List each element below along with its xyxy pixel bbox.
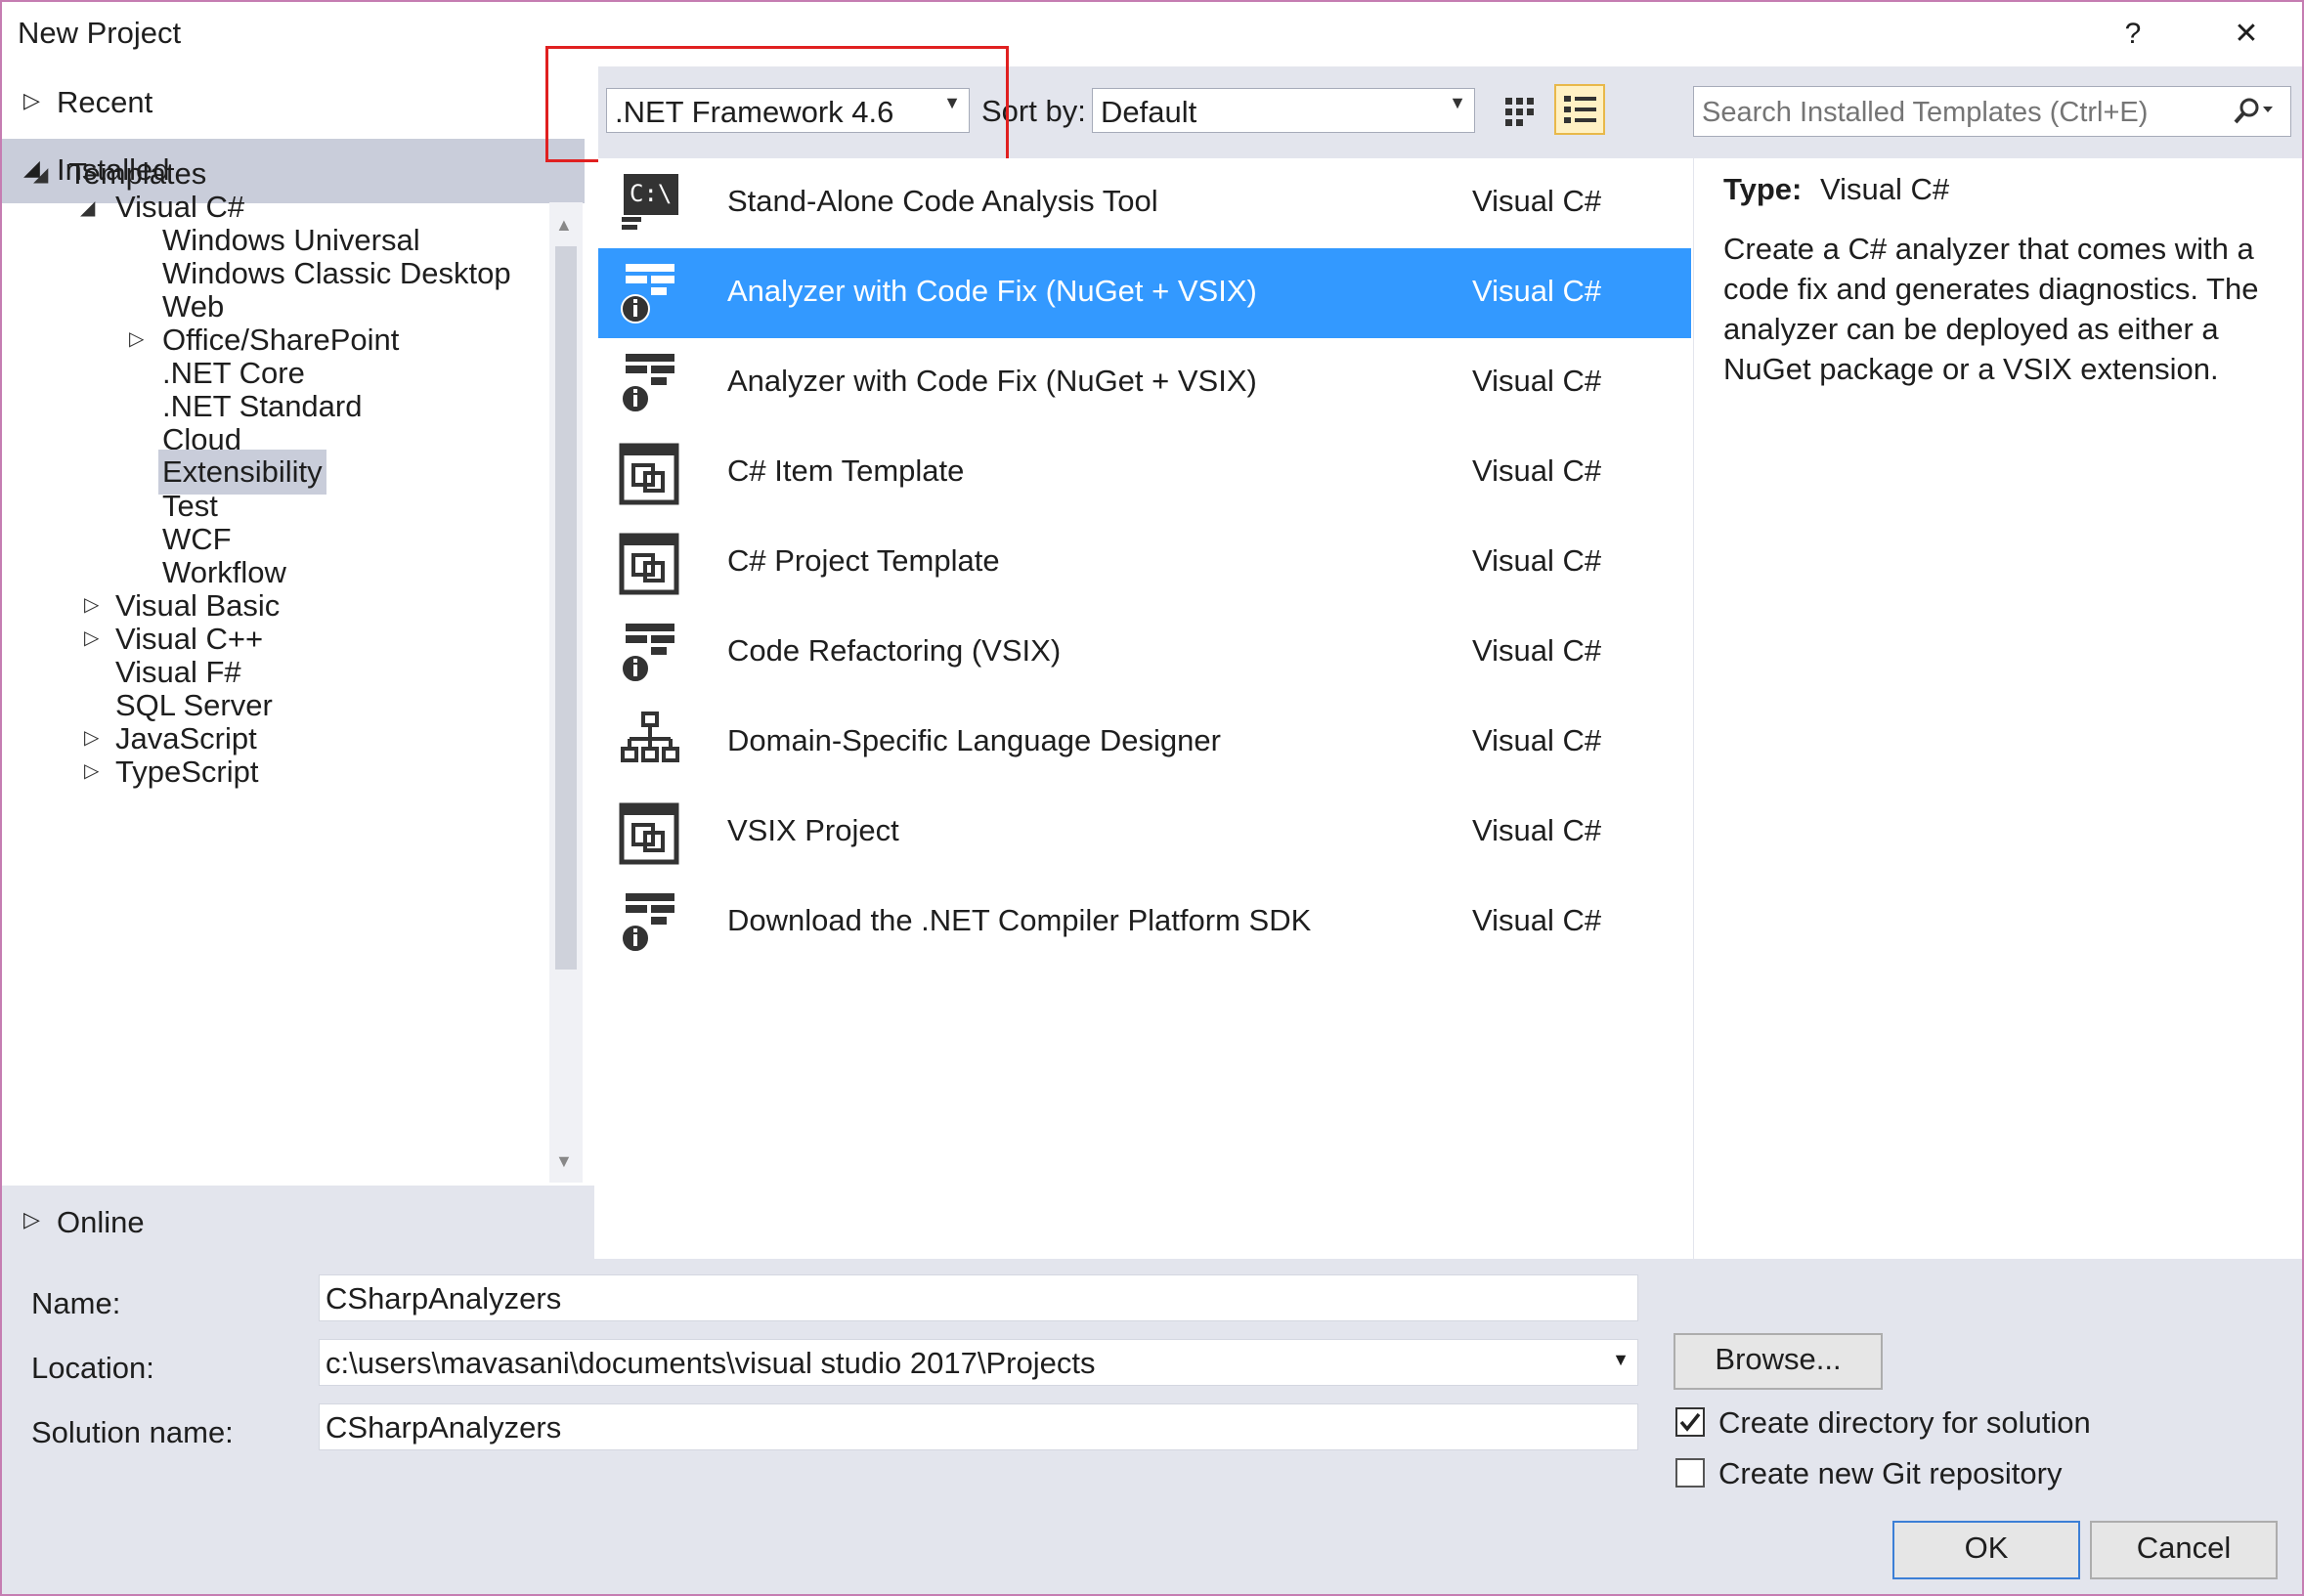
search-icon[interactable] bbox=[2232, 97, 2277, 126]
ok-button[interactable]: OK bbox=[1892, 1521, 2080, 1579]
collapsed-arrow-icon: ▷ bbox=[84, 727, 100, 749]
tree-node-windows-universal[interactable]: Windows Universal bbox=[162, 223, 420, 258]
project-form: Name: CSharpAnalyzers Location: c:\users… bbox=[2, 1259, 2302, 1594]
search-input[interactable] bbox=[1700, 93, 2212, 132]
tree-node-windows-classic-desktop[interactable]: Windows Classic Desktop bbox=[162, 256, 511, 291]
highlight-box bbox=[545, 46, 1009, 162]
collapsed-arrow-icon: ▷ bbox=[84, 760, 100, 782]
template-row[interactable]: Analyzer with Code Fix (NuGet + VSIX) Vi… bbox=[598, 338, 1691, 428]
tree-node-typescript[interactable]: TypeScript bbox=[115, 755, 258, 790]
grid-view-icon bbox=[1505, 98, 1534, 126]
dropdown-arrow-icon: ▼ bbox=[1612, 1350, 1630, 1369]
solution-name-field[interactable]: CSharpAnalyzers bbox=[319, 1403, 1638, 1450]
svg-text:C:\: C:\ bbox=[630, 180, 672, 207]
collapsed-arrow-icon: ▷ bbox=[84, 627, 100, 649]
expanded-arrow-icon: ◢ bbox=[33, 164, 49, 186]
nav-online[interactable]: ▷ Online bbox=[2, 1186, 594, 1259]
template-list: C:\ Stand-Alone Code Analysis Tool Visua… bbox=[598, 158, 1691, 1259]
tree-node-templates[interactable]: Templates bbox=[68, 156, 206, 192]
tree-node-net-standard[interactable]: .NET Standard bbox=[162, 389, 362, 424]
navigation-pane: ▷ Recent ◢ Installed ◢ Templates ◢ Visua… bbox=[2, 66, 596, 1259]
template-row[interactable]: C# Project Template Visual C# bbox=[598, 518, 1691, 608]
git-repo-checkbox[interactable] bbox=[1675, 1458, 1705, 1488]
tree-node-visual-basic[interactable]: Visual Basic bbox=[115, 588, 280, 624]
solution-name-label: Solution name: bbox=[31, 1415, 234, 1449]
template-row[interactable]: Download the .NET Compiler Platform SDK … bbox=[598, 878, 1691, 968]
close-button[interactable]: ✕ bbox=[2217, 12, 2276, 57]
list-view-icon bbox=[1564, 96, 1596, 123]
tree-node-sql-server[interactable]: SQL Server bbox=[115, 688, 273, 723]
tree-node-visual-cpp[interactable]: Visual C++ bbox=[115, 622, 263, 657]
name-label: Name: bbox=[31, 1286, 121, 1320]
console-app-icon: C:\ bbox=[622, 174, 678, 230]
sort-dropdown[interactable]: Default ▼ bbox=[1092, 88, 1475, 133]
cancel-button[interactable]: Cancel bbox=[2090, 1521, 2278, 1579]
scroll-down-icon[interactable]: ▼ bbox=[555, 1151, 573, 1172]
tree-node-wcf[interactable]: WCF bbox=[162, 522, 232, 557]
details-pane: Type: Visual C# Create a C# analyzer tha… bbox=[1693, 158, 2302, 1259]
create-directory-checkbox[interactable] bbox=[1675, 1407, 1705, 1437]
template-row[interactable]: Domain-Specific Language Designer Visual… bbox=[598, 698, 1691, 788]
tree-node-visual-csharp[interactable]: Visual C# bbox=[115, 190, 244, 225]
git-repo-label: Create new Git repository bbox=[1718, 1456, 2063, 1490]
collapsed-arrow-icon: ▷ bbox=[129, 328, 145, 350]
name-field[interactable]: CSharpAnalyzers bbox=[319, 1274, 1638, 1321]
template-row[interactable]: Code Refactoring (VSIX) Visual C# bbox=[598, 608, 1691, 698]
browse-button[interactable]: Browse... bbox=[1674, 1333, 1883, 1390]
type-line: Type: Visual C# bbox=[1723, 172, 1949, 207]
template-row[interactable]: VSIX Project Visual C# bbox=[598, 788, 1691, 878]
expanded-arrow-icon: ◢ bbox=[80, 197, 96, 219]
collapsed-arrow-icon: ▷ bbox=[23, 1207, 40, 1231]
template-icon bbox=[619, 533, 679, 595]
title-bar: New Project ? ✕ bbox=[2, 2, 2302, 66]
analyzer-icon bbox=[621, 354, 674, 413]
tree-node-office-sharepoint[interactable]: Office/SharePoint bbox=[162, 323, 399, 358]
location-dropdown[interactable]: c:\users\mavasani\documents\visual studi… bbox=[319, 1339, 1638, 1386]
tree-node-web[interactable]: Web bbox=[162, 289, 224, 324]
scrollbar-thumb[interactable] bbox=[555, 246, 577, 970]
tree-node-test[interactable]: Test bbox=[162, 489, 218, 524]
list-view-button[interactable] bbox=[1554, 84, 1605, 135]
tree-node-workflow[interactable]: Workflow bbox=[162, 555, 286, 590]
checkmark-icon bbox=[1679, 1412, 1701, 1432]
scroll-up-icon[interactable]: ▲ bbox=[555, 215, 573, 236]
template-icon bbox=[619, 443, 679, 505]
tree-node-visual-fsharp[interactable]: Visual F# bbox=[115, 655, 241, 690]
template-row[interactable]: C# Item Template Visual C# bbox=[598, 428, 1691, 518]
template-row[interactable]: C:\ Stand-Alone Code Analysis Tool Visua… bbox=[598, 158, 1691, 248]
type-value: Visual C# bbox=[1820, 172, 1950, 206]
dialog-title: New Project bbox=[18, 16, 182, 50]
analyzer-icon bbox=[621, 264, 674, 324]
analyzer-icon bbox=[621, 624, 674, 683]
create-directory-label: Create directory for solution bbox=[1718, 1405, 2091, 1440]
collapsed-arrow-icon: ▷ bbox=[23, 88, 40, 112]
analyzer-icon bbox=[621, 893, 674, 953]
template-description: Create a C# analyzer that comes with a c… bbox=[1723, 232, 2259, 386]
type-label: Type: bbox=[1723, 172, 1803, 206]
dropdown-arrow-icon: ▼ bbox=[1449, 93, 1466, 112]
location-label: Location: bbox=[31, 1351, 154, 1385]
tree-node-javascript[interactable]: JavaScript bbox=[115, 721, 257, 756]
tree-node-net-core[interactable]: .NET Core bbox=[162, 356, 305, 391]
search-box[interactable] bbox=[1693, 86, 2291, 137]
nav-recent[interactable]: ▷ Recent bbox=[2, 71, 545, 136]
template-row-selected[interactable]: Analyzer with Code Fix (NuGet + VSIX) Vi… bbox=[598, 248, 1691, 338]
template-icon bbox=[619, 802, 679, 865]
hierarchy-icon bbox=[621, 712, 679, 762]
help-button[interactable]: ? bbox=[2104, 12, 2162, 57]
collapsed-arrow-icon: ▷ bbox=[84, 594, 100, 616]
small-icons-view-button[interactable] bbox=[1500, 90, 1541, 131]
